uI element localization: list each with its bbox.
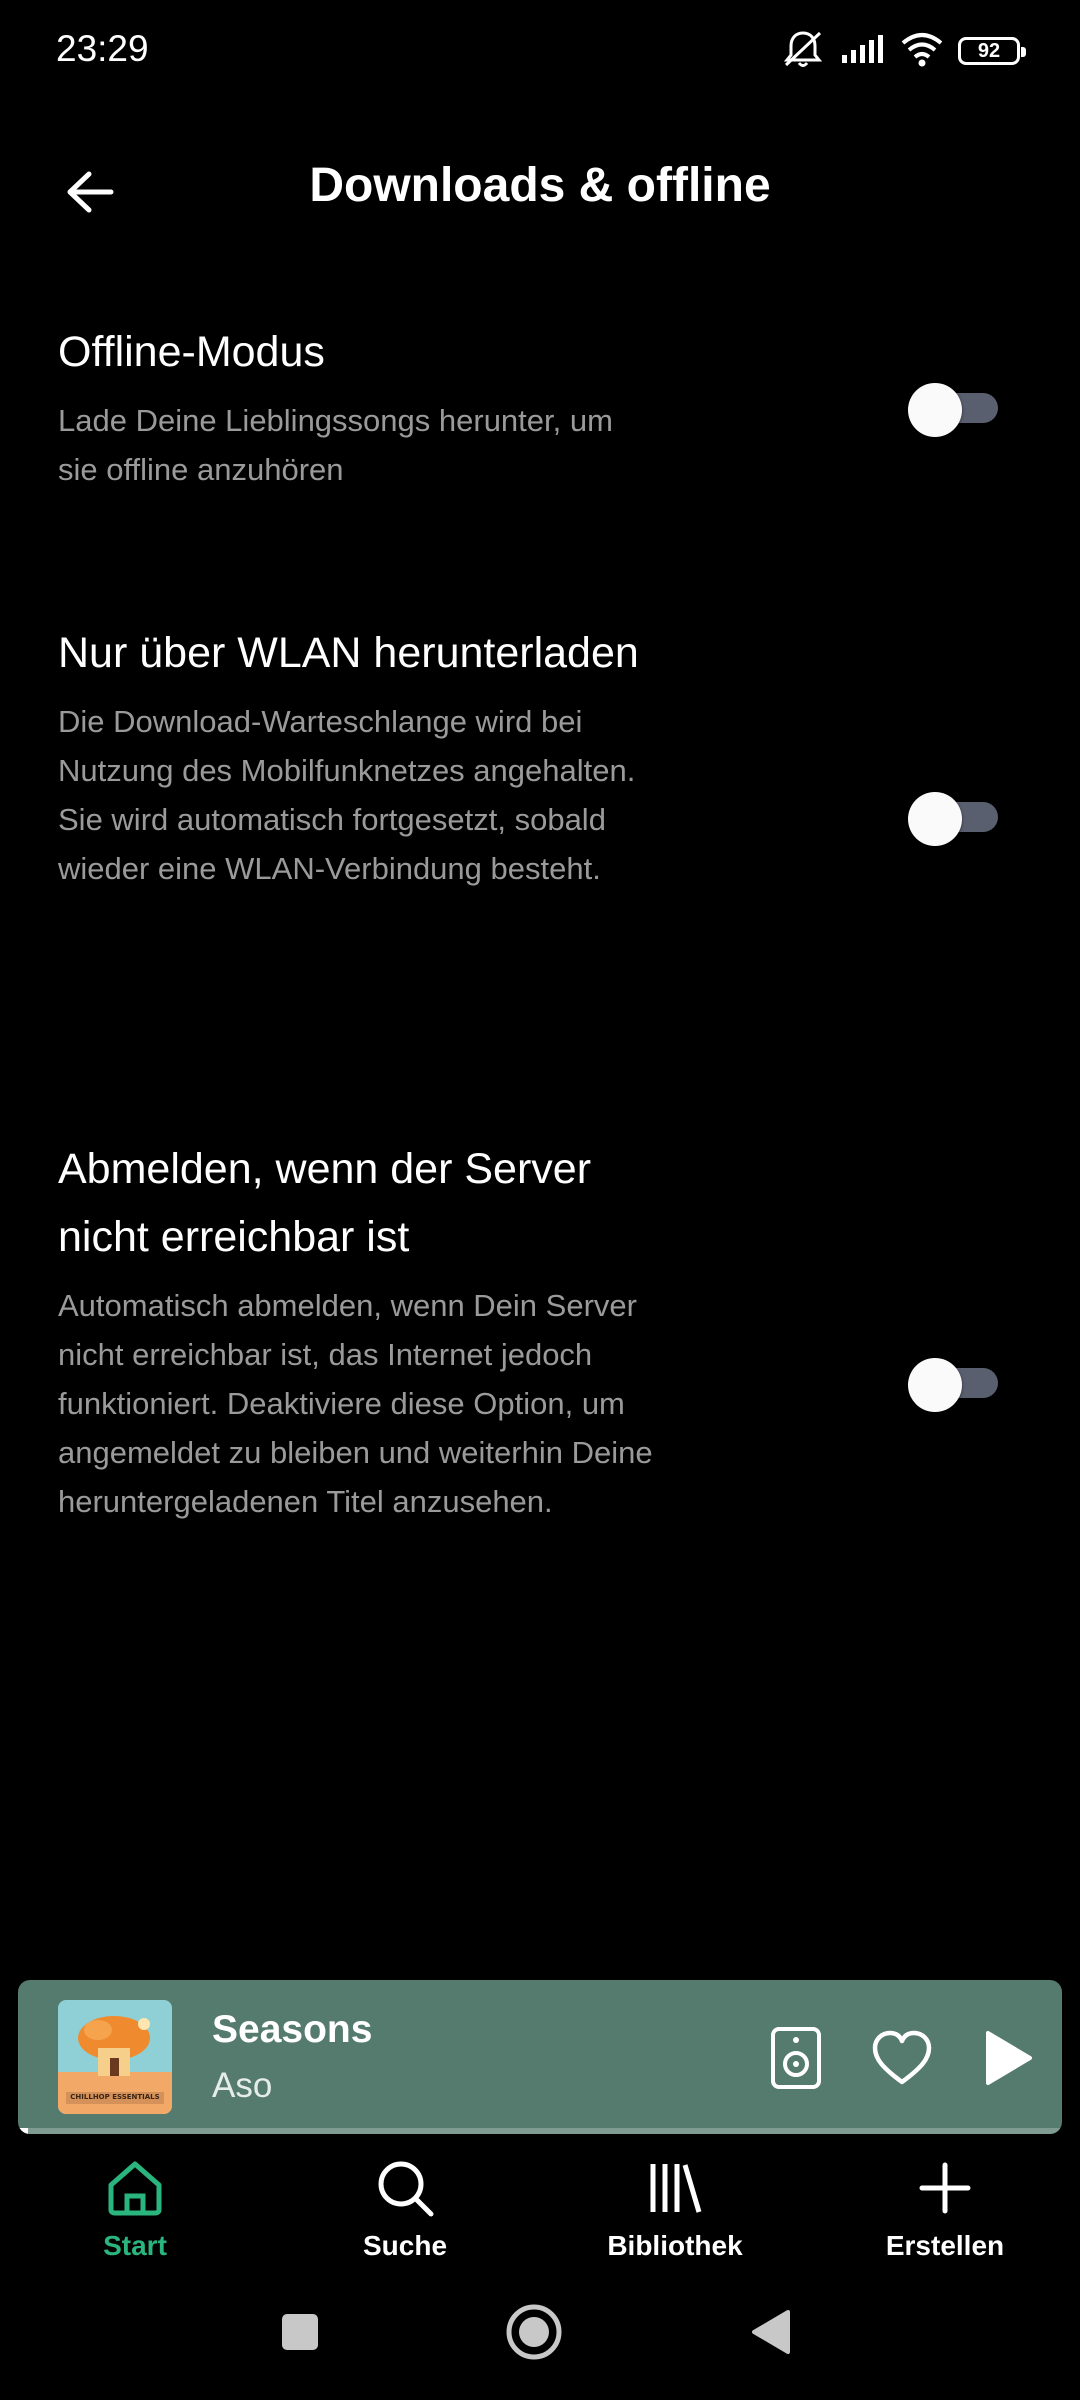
wlan-only-toggle[interactable] bbox=[908, 792, 998, 846]
signal-icon bbox=[840, 33, 886, 70]
setting-wlan-only: Nur über WLAN herunterladen Die Download… bbox=[58, 619, 1022, 893]
page-title: Downloads & offline bbox=[309, 159, 771, 212]
home-system-button[interactable] bbox=[502, 2300, 566, 2364]
nav-label: Start bbox=[103, 2230, 167, 2261]
battery-icon: 92 bbox=[958, 37, 1026, 65]
status-time: 23:29 bbox=[56, 28, 149, 69]
battery-level: 92 bbox=[977, 40, 1001, 62]
nav-item-start[interactable]: Start bbox=[25, 2150, 245, 2280]
status-bar: 23:29 92 bbox=[0, 0, 1080, 100]
setting-logout-server-unreachable: Abmelden, wenn der Server nicht erreichb… bbox=[58, 1135, 1022, 1526]
nav-item-suche[interactable]: Suche bbox=[295, 2150, 515, 2280]
speaker-icon bbox=[771, 2027, 821, 2089]
track-artist: Aso bbox=[212, 2066, 273, 2105]
mini-player[interactable]: CHILLHOP ESSENTIALS Seasons Aso bbox=[18, 1980, 1062, 2134]
setting-description: Automatisch abmelden, wenn Dein Server n… bbox=[58, 1288, 653, 1519]
bell-muted-icon bbox=[780, 29, 826, 74]
square-icon bbox=[282, 2314, 318, 2350]
setting-description: Die Download-Warteschlange wird bei Nutz… bbox=[58, 704, 636, 886]
wifi-icon bbox=[900, 31, 944, 72]
toggle-knob bbox=[908, 1358, 962, 1412]
nav-label: Erstellen bbox=[885, 2230, 1005, 2261]
bottom-nav: Start Suche Bibliothek Erstellen bbox=[0, 2150, 1080, 2280]
album-art-text: CHILLHOP ESSENTIALS bbox=[70, 2093, 159, 2101]
home-icon bbox=[103, 2156, 167, 2220]
setting-offline-mode: Offline-Modus Lade Deine Lieblingssongs … bbox=[58, 318, 1022, 494]
library-icon bbox=[643, 2156, 707, 2220]
playback-progress-bar bbox=[18, 2128, 1062, 2134]
toggle-knob bbox=[908, 383, 962, 437]
back-system-button[interactable] bbox=[738, 2300, 802, 2364]
track-title: Seasons bbox=[212, 2008, 373, 2051]
play-icon bbox=[986, 2031, 1032, 2085]
circle-icon bbox=[506, 2304, 562, 2360]
toggle-knob bbox=[908, 792, 962, 846]
setting-title: Offline-Modus bbox=[58, 328, 325, 376]
triangle-back-icon bbox=[752, 2310, 790, 2354]
nav-label: Bibliothek bbox=[607, 2230, 743, 2261]
setting-title: Abmelden, wenn der Server nicht erreichb… bbox=[58, 1145, 592, 1261]
setting-title: Nur über WLAN herunterladen bbox=[58, 629, 639, 677]
album-art: CHILLHOP ESSENTIALS bbox=[58, 2000, 172, 2114]
play-button[interactable] bbox=[970, 2020, 1046, 2096]
like-button[interactable] bbox=[864, 2020, 940, 2096]
connect-device-button[interactable] bbox=[758, 2020, 834, 2096]
header: Downloads & offline bbox=[0, 140, 1080, 230]
setting-description: Lade Deine Lieblingssongs herunter, um s… bbox=[58, 403, 613, 487]
offline-mode-toggle[interactable] bbox=[908, 383, 998, 437]
nav-item-bibliothek[interactable]: Bibliothek bbox=[565, 2150, 785, 2280]
heart-icon bbox=[872, 2030, 932, 2085]
logout-toggle[interactable] bbox=[908, 1358, 998, 1412]
recent-apps-button[interactable] bbox=[268, 2300, 332, 2364]
nav-item-erstellen[interactable]: Erstellen bbox=[835, 2150, 1055, 2280]
search-icon bbox=[373, 2156, 437, 2220]
playback-progress-fill bbox=[18, 2128, 29, 2134]
nav-label: Suche bbox=[362, 2230, 448, 2261]
system-nav-bar bbox=[0, 2290, 1080, 2370]
status-icons: 92 bbox=[780, 29, 1026, 74]
plus-icon bbox=[913, 2156, 977, 2220]
